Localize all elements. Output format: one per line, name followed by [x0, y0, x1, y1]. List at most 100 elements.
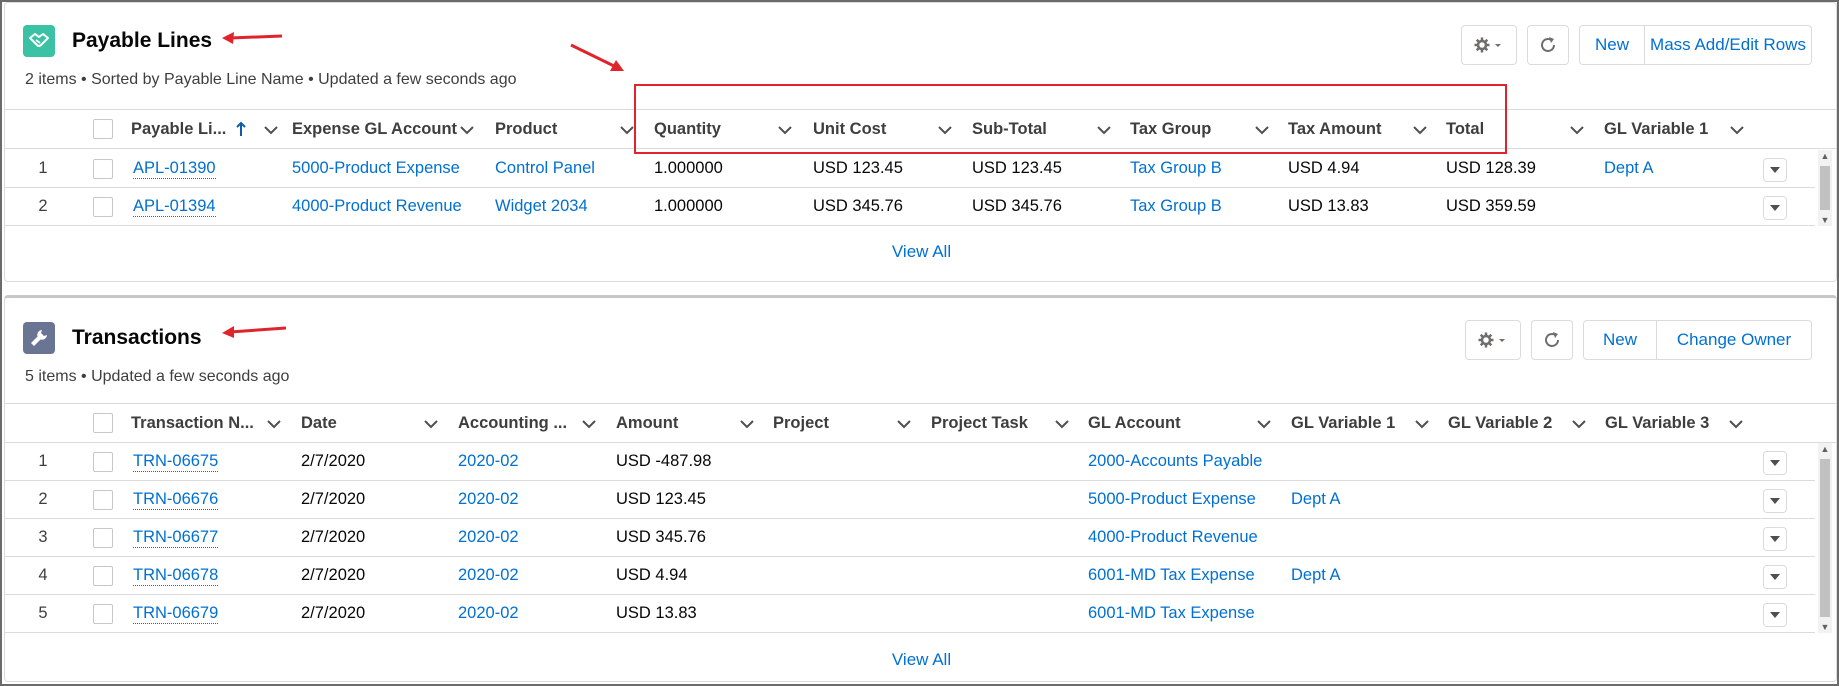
tax-group-link[interactable]: Tax Group B	[1130, 188, 1222, 225]
chevron-down-icon[interactable]	[581, 416, 597, 432]
chevron-down-icon[interactable]	[1054, 416, 1070, 432]
table-row[interactable]: 4 TRN-06678 2/7/2020 2020-02 USD 4.94 60…	[5, 557, 1815, 595]
gl-account-link[interactable]: 6001-MD Tax Expense	[1088, 557, 1255, 594]
scroll-up-icon[interactable]: ▲	[1820, 445, 1830, 454]
row-actions-button[interactable]	[1763, 527, 1787, 551]
gl-variable-1-link[interactable]: Dept A	[1604, 150, 1654, 187]
scroll-thumb[interactable]	[1820, 166, 1830, 210]
row-actions-button[interactable]	[1763, 158, 1787, 182]
column-product[interactable]: Product	[495, 110, 635, 148]
transaction-link[interactable]: TRN-06675	[133, 443, 219, 480]
accounting-period-link[interactable]: 2020-02	[458, 557, 519, 594]
chevron-down-icon[interactable]	[1728, 416, 1744, 432]
gl-variable-1-link[interactable]: Dept A	[1291, 557, 1341, 594]
refresh-button[interactable]	[1531, 320, 1573, 360]
select-all-checkbox[interactable]	[93, 413, 113, 433]
chevron-down-icon[interactable]	[1729, 122, 1745, 138]
transaction-link[interactable]: TRN-06679	[133, 595, 219, 632]
accounting-period-link[interactable]: 2020-02	[458, 481, 519, 518]
accounting-period-link[interactable]: 2020-02	[458, 595, 519, 632]
table-row[interactable]: 2 TRN-06676 2/7/2020 2020-02 USD 123.45 …	[5, 481, 1815, 519]
tax-group-link[interactable]: Tax Group B	[1130, 150, 1222, 187]
gl-account-link[interactable]: 6001-MD Tax Expense	[1088, 595, 1255, 632]
column-gl-variable-2[interactable]: GL Variable 2	[1448, 404, 1587, 442]
chevron-down-icon[interactable]	[1569, 122, 1585, 138]
table-row[interactable]: 1 TRN-06675 2/7/2020 2020-02 USD -487.98…	[5, 443, 1815, 481]
column-transaction-name[interactable]: Transaction N...	[131, 404, 282, 442]
payable-line-link[interactable]: APL-01394	[133, 188, 216, 225]
list-settings-button[interactable]	[1465, 320, 1521, 360]
scroll-down-icon[interactable]: ▼	[1820, 623, 1830, 632]
transactions-title[interactable]: Transactions	[72, 326, 202, 350]
row-checkbox[interactable]	[93, 489, 113, 510]
table-row[interactable]: 3 TRN-06677 2/7/2020 2020-02 USD 345.76 …	[5, 519, 1815, 557]
scroll-down-icon[interactable]: ▼	[1820, 216, 1830, 225]
row-checkbox[interactable]	[93, 158, 113, 179]
payable-lines-scrollbar[interactable]: ▲ ▼	[1818, 150, 1832, 226]
accounting-period-link[interactable]: 2020-02	[458, 443, 519, 480]
change-owner-button[interactable]: Change Owner	[1657, 320, 1812, 360]
chevron-down-icon[interactable]	[1571, 416, 1587, 432]
product-link[interactable]: Widget 2034	[495, 188, 588, 225]
product-link[interactable]: Control Panel	[495, 150, 595, 187]
column-gl-variable-1[interactable]: GL Variable 1	[1604, 110, 1745, 148]
column-project[interactable]: Project	[773, 404, 912, 442]
transactions-table-header: Transaction N... Date Accounting ... Amo…	[5, 403, 1836, 443]
chevron-down-icon[interactable]	[1256, 416, 1272, 432]
new-transaction-button[interactable]: New	[1583, 320, 1657, 360]
list-settings-button[interactable]	[1461, 25, 1517, 65]
chevron-down-icon[interactable]	[266, 416, 282, 432]
column-amount[interactable]: Amount	[616, 404, 755, 442]
gl-account-link[interactable]: 5000-Product Expense	[1088, 481, 1256, 518]
chevron-down-icon[interactable]	[619, 122, 635, 138]
row-checkbox[interactable]	[93, 196, 113, 217]
chevron-down-icon[interactable]	[263, 122, 279, 138]
gl-account-link[interactable]: 4000-Product Revenue	[1088, 519, 1258, 556]
chevron-down-icon[interactable]	[459, 122, 475, 138]
transactions-view-all-link[interactable]: View All	[5, 650, 1836, 670]
column-gl-variable-1[interactable]: GL Variable 1	[1291, 404, 1430, 442]
mass-add-edit-rows-button[interactable]: Mass Add/Edit Rows	[1645, 25, 1812, 65]
transaction-link[interactable]: TRN-06677	[133, 519, 219, 556]
table-row[interactable]: 1 APL-01390 5000-Product Expense Control…	[5, 150, 1815, 188]
row-checkbox[interactable]	[93, 565, 113, 586]
row-actions-button[interactable]	[1763, 489, 1787, 513]
column-gl-account[interactable]: GL Account	[1088, 404, 1272, 442]
new-payable-line-button[interactable]: New	[1579, 25, 1645, 65]
row-actions-button[interactable]	[1763, 451, 1787, 475]
row-checkbox[interactable]	[93, 603, 113, 624]
row-actions-button[interactable]	[1763, 603, 1787, 627]
column-gl-variable-3[interactable]: GL Variable 3	[1605, 404, 1744, 442]
row-checkbox[interactable]	[93, 451, 113, 472]
chevron-down-icon[interactable]	[739, 416, 755, 432]
row-actions-button[interactable]	[1763, 196, 1787, 220]
payable-lines-view-all-link[interactable]: View All	[5, 242, 1836, 262]
chevron-down-icon[interactable]	[1414, 416, 1430, 432]
payable-line-link[interactable]: APL-01390	[133, 150, 216, 187]
column-date[interactable]: Date	[301, 404, 439, 442]
chevron-down-icon[interactable]	[896, 416, 912, 432]
table-row[interactable]: 2 APL-01394 4000-Product Revenue Widget …	[5, 188, 1815, 226]
gl-variable-1-link[interactable]: Dept A	[1291, 481, 1341, 518]
scroll-up-icon[interactable]: ▲	[1820, 152, 1830, 161]
column-project-task[interactable]: Project Task	[931, 404, 1070, 442]
scroll-thumb[interactable]	[1820, 459, 1830, 617]
transactions-scrollbar[interactable]: ▲ ▼	[1818, 443, 1832, 633]
expense-gl-account-link[interactable]: 5000-Product Expense	[292, 150, 460, 187]
accounting-period-link[interactable]: 2020-02	[458, 519, 519, 556]
row-checkbox[interactable]	[93, 527, 113, 548]
row-number: 2	[38, 197, 48, 215]
column-payable-line-name[interactable]: Payable Li...	[131, 110, 279, 148]
payable-lines-title[interactable]: Payable Lines	[72, 29, 212, 53]
transaction-link[interactable]: TRN-06676	[133, 481, 219, 518]
gl-account-link[interactable]: 2000-Accounts Payable	[1088, 443, 1262, 480]
expense-gl-account-link[interactable]: 4000-Product Revenue	[292, 188, 462, 225]
select-all-checkbox[interactable]	[93, 119, 113, 139]
table-row[interactable]: 5 TRN-06679 2/7/2020 2020-02 USD 13.83 6…	[5, 595, 1815, 633]
row-actions-button[interactable]	[1763, 565, 1787, 589]
column-expense-gl-account[interactable]: Expense GL Account	[292, 110, 475, 148]
transaction-link[interactable]: TRN-06678	[133, 557, 219, 594]
column-accounting-period[interactable]: Accounting ...	[458, 404, 597, 442]
refresh-button[interactable]	[1527, 25, 1569, 65]
chevron-down-icon[interactable]	[423, 416, 439, 432]
